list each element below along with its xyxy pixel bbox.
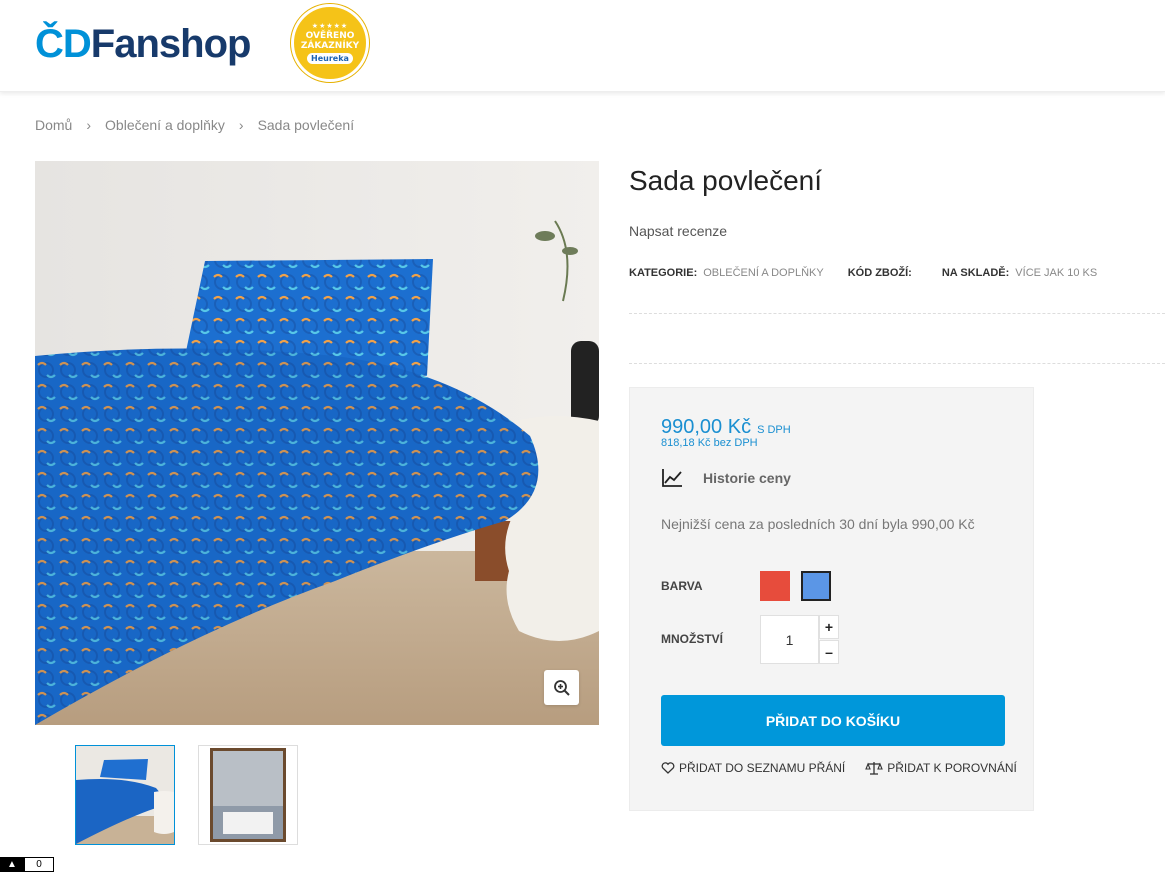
quantity-input[interactable] [760,615,819,664]
product-meta: KATEGORIE: OBLEČENÍ A DOPLŇKY KÓD ZBOŽÍ:… [629,267,1121,279]
meta-product-code: KÓD ZBOŽÍ: [848,267,918,279]
breadcrumb: Domů › Oblečení a doplňky › Sada povleče… [35,117,354,133]
wishlist-label: PŘIDAT DO SEZNAMU PŘÁNÍ [679,761,846,775]
write-review-link[interactable]: Napsat recenze [629,223,727,239]
heureka-verified-badge[interactable]: ★★★★★ OVĚŘENO ZÁKAZNÍKY Heureka [291,4,369,82]
site-header: ČD Fanshop ★★★★★ OVĚŘENO ZÁKAZNÍKY Heurek… [0,0,1165,92]
badge-brand: Heureka [307,52,353,64]
price: 990,00 Kč [661,416,752,438]
meta-value: VÍCE JAK 10 KS [1015,267,1098,279]
scroll-counter: 0 [24,857,54,872]
thumbnail-bedding-image [76,746,174,844]
zoom-button[interactable] [544,670,579,705]
scroll-to-top-button[interactable]: ▲ [0,857,24,872]
vat-note: S DPH [757,424,791,436]
divider [629,313,1165,314]
meta-label: KÓD ZBOŽÍ: [847,267,912,279]
divider [629,363,1165,364]
breadcrumb-current[interactable]: Sada povlečení [258,117,355,133]
color-swatch-red[interactable] [760,571,790,601]
add-to-compare-button[interactable]: PŘIDAT K POROVNÁNÍ [865,761,1017,775]
zoom-in-icon [553,679,570,696]
breadcrumb-separator: › [238,117,244,133]
badge-line1: OVĚŘENO [305,30,355,41]
add-to-cart-button[interactable]: PŘIDAT DO KOŠÍKU [661,695,1005,746]
logo-prefix: ČD [35,21,92,66]
price-without-vat: 818,18 Kč bez DPH [661,437,758,449]
price-with-vat: 990,00 Kč S DPH [661,416,791,439]
meta-label: KATEGORIE: [629,267,698,279]
cd-fanshop-logo[interactable]: ČD Fanshop [35,21,252,66]
thumbnail-1[interactable] [75,745,175,845]
badge-line2: ZÁKAZNÍKY [300,40,360,51]
breadcrumb-separator: › [86,117,92,133]
buy-box: 990,00 Kč S DPH 818,18 Kč bez DPH Histor… [629,387,1034,811]
compare-label: PŘIDAT K POROVNÁNÍ [887,761,1017,775]
logo-name: Fanshop [90,21,252,66]
breadcrumb-category[interactable]: Oblečení a doplňky [105,117,225,133]
meta-stock: NA SKLADĚ: VÍCE JAK 10 KS [942,267,1097,279]
price-history-button[interactable]: Historie ceny [661,468,791,488]
quantity-decrease-button[interactable]: – [819,640,839,664]
meta-label: NA SKLADĚ: [941,267,1010,279]
badge-stars: ★★★★★ [311,22,349,30]
line-chart-icon [662,469,682,487]
price-history-label: Historie ceny [703,470,791,486]
color-label: BARVA [661,579,703,593]
secondary-actions: PŘIDAT DO SEZNAMU PŘÁNÍ PŘIDAT K POROVNÁ… [661,761,1017,775]
color-swatch-blue[interactable] [801,571,831,601]
product-title: Sada povlečení [629,165,823,196]
bedding-photo [35,161,599,725]
meta-value[interactable]: OBLEČENÍ A DOPLŇKY [703,267,823,279]
quantity-increase-button[interactable]: + [819,615,839,639]
scale-icon [865,762,884,775]
product-main-image[interactable] [35,161,599,725]
meta-category: KATEGORIE: OBLEČENÍ A DOPLŇKY [629,267,824,279]
thumbnail-2[interactable] [198,745,298,845]
quantity-label: MNOŽSTVÍ [661,632,723,646]
lowest-price-note: Nejnižší cena za posledních 30 dní byla … [661,516,975,532]
thumbnail-package-image [199,746,297,844]
add-to-wishlist-button[interactable]: PŘIDAT DO SEZNAMU PŘÁNÍ [661,761,845,775]
breadcrumb-home[interactable]: Domů [35,117,72,133]
heart-icon [661,762,675,774]
